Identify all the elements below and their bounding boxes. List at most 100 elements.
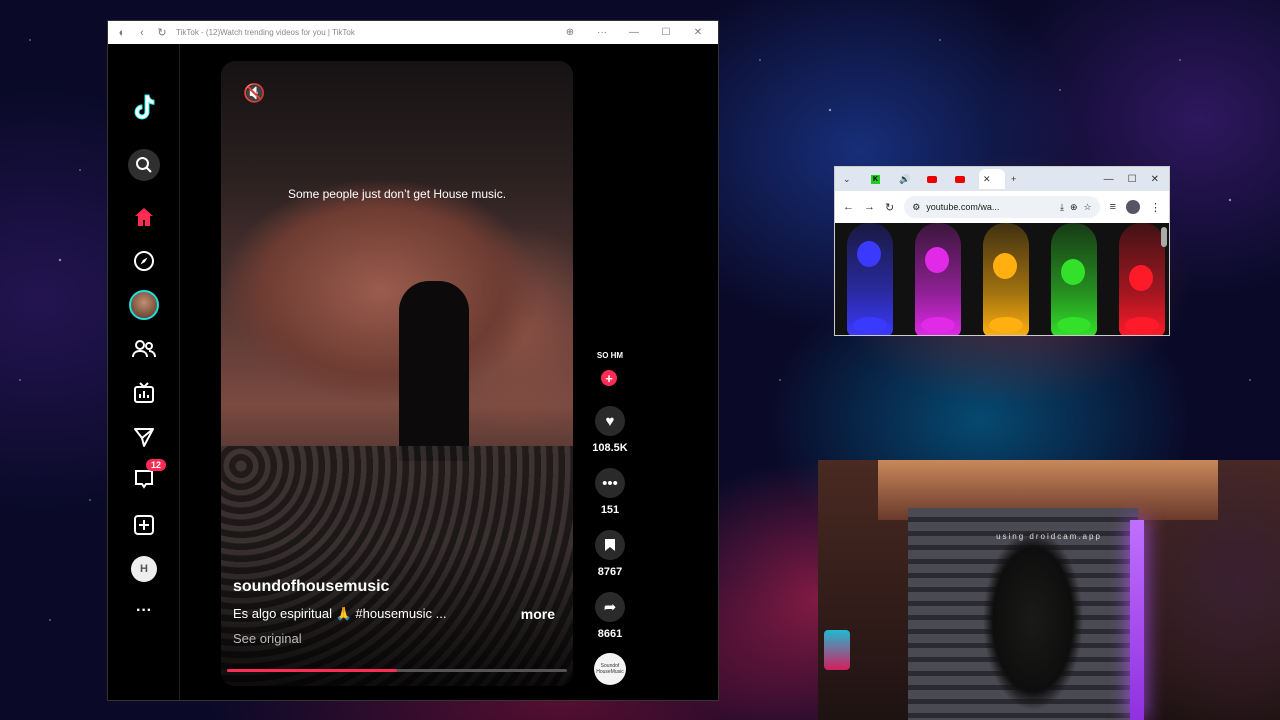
chrome-toolbar: ← → ↻ ⚙ youtube.com/wa... ⤓ ⊕ ☆ ≡ ⋮ xyxy=(835,191,1169,223)
sidebar: 12 H ··· xyxy=(108,44,180,700)
lava-blob xyxy=(1125,317,1159,333)
address-bar[interactable]: ⚙ youtube.com/wa... ⤓ ⊕ ☆ xyxy=(904,196,1100,218)
follow-button[interactable]: + xyxy=(601,370,617,386)
avatar xyxy=(129,290,159,320)
tab-active[interactable]: ✕ xyxy=(979,169,1005,189)
lava-blob xyxy=(857,241,881,267)
youtube-video-lava-lamps[interactable] xyxy=(835,223,1169,335)
tab-close-icon[interactable]: ✕ xyxy=(983,174,991,185)
maximize-button[interactable]: ☐ xyxy=(654,27,678,38)
video-caption: Es algo espiritual 🙏 #housemusic ... xyxy=(233,606,447,621)
lava-lamp xyxy=(983,223,1029,335)
video-player[interactable]: 🔇 Some people just don’t get House music… xyxy=(221,61,573,686)
save-count: 8767 xyxy=(597,566,623,578)
reload-icon[interactable]: ↻ xyxy=(885,201,894,214)
zoom-icon[interactable]: ⊕ xyxy=(1070,202,1078,213)
forward-icon[interactable]: → xyxy=(864,201,875,213)
droidcam-watermark: using droidcam.app xyxy=(996,532,1102,541)
app-icon: ◐ xyxy=(118,26,126,39)
url-text: youtube.com/wa... xyxy=(926,202,1000,212)
youtube-icon xyxy=(927,175,937,183)
lava-lamp xyxy=(1119,223,1165,335)
close-button[interactable]: ✕ xyxy=(1151,174,1159,185)
share-count: 8661 xyxy=(597,628,623,640)
avatar: H xyxy=(131,556,157,582)
share-icon: ➦ xyxy=(595,592,625,622)
like-count: 108.5K xyxy=(592,442,628,454)
creator-avatar[interactable]: SO HM xyxy=(592,351,628,360)
youtube-icon xyxy=(955,175,965,183)
site-info-icon[interactable]: ⚙ xyxy=(912,202,920,213)
tab-youtube-1[interactable] xyxy=(923,169,949,189)
lava-blob xyxy=(925,247,949,273)
kebab-menu-icon[interactable]: ⋮ xyxy=(1150,201,1161,214)
tv-icon[interactable] xyxy=(128,377,160,409)
window-title: TikTok - (12)Watch trending videos for y… xyxy=(176,28,355,37)
heart-icon: ♥ xyxy=(595,406,625,436)
tab-audio[interactable]: 🔊 xyxy=(895,169,921,189)
close-button[interactable]: ✕ xyxy=(686,27,710,38)
lava-blob xyxy=(921,317,955,333)
lava-blob xyxy=(993,253,1017,279)
more-button[interactable]: more xyxy=(521,606,555,622)
friends-icon[interactable] xyxy=(128,333,160,365)
back-icon[interactable]: ‹ xyxy=(136,27,148,39)
minimize-button[interactable]: — xyxy=(1104,174,1114,185)
lava-lamp xyxy=(847,223,893,335)
tiktok-logo-icon[interactable] xyxy=(128,91,160,123)
tab-kick[interactable]: K xyxy=(867,169,893,189)
tab-youtube-2[interactable] xyxy=(951,169,977,189)
tiktok-window: ◐ ‹ ↻ TikTok - (12)Watch trending videos… xyxy=(107,20,719,701)
share-action[interactable]: ➦ 8661 xyxy=(586,592,634,640)
zoom-icon[interactable]: ⊕ xyxy=(558,27,582,38)
like-action[interactable]: ♥ 108.5K xyxy=(586,406,634,454)
music-disc[interactable]: Soundof HouseMusic xyxy=(594,653,626,685)
maximize-button[interactable]: ☐ xyxy=(1128,174,1137,185)
speaker-icon: 🔊 xyxy=(899,173,911,184)
kick-icon: K xyxy=(871,174,880,184)
home-icon[interactable] xyxy=(128,201,160,233)
lava-blob xyxy=(1061,259,1085,285)
video-frame-arch xyxy=(399,281,469,461)
reload-icon[interactable]: ↻ xyxy=(156,26,168,39)
comment-count: 151 xyxy=(600,504,620,516)
tab-strip: ⌄ K 🔊 ✕ + — ☐ ✕ xyxy=(835,167,1169,191)
mute-icon[interactable]: 🔇 xyxy=(243,83,265,104)
send-icon[interactable] xyxy=(128,421,160,453)
inbox-button[interactable]: 12 xyxy=(128,459,166,495)
lava-lamp xyxy=(915,223,961,335)
plus-square-icon[interactable] xyxy=(128,509,160,541)
more-icon[interactable]: ··· xyxy=(128,595,160,627)
media-icon[interactable]: ≡ xyxy=(1110,201,1116,213)
window-titlebar: ◐ ‹ ↻ TikTok - (12)Watch trending videos… xyxy=(108,21,718,44)
video-author[interactable]: soundofhousemusic xyxy=(233,578,389,596)
back-icon[interactable]: ← xyxy=(843,201,854,213)
lava-blob xyxy=(1129,265,1153,291)
video-progress-bar[interactable] xyxy=(227,669,567,672)
save-action[interactable]: 8767 xyxy=(586,530,634,578)
compass-icon[interactable] xyxy=(128,245,160,277)
minimize-button[interactable]: — xyxy=(622,27,646,38)
chrome-window: ⌄ K 🔊 ✕ + — ☐ ✕ ← → ↻ ⚙ youtube.com/wa..… xyxy=(834,166,1170,336)
new-tab-button[interactable]: + xyxy=(1007,169,1033,189)
video-frame-rock xyxy=(221,171,573,471)
scrollbar[interactable] xyxy=(1161,227,1167,247)
comment-action[interactable]: ••• 151 xyxy=(586,468,634,516)
tab-list-button[interactable]: ⌄ xyxy=(839,169,865,189)
menu-icon[interactable]: ··· xyxy=(590,27,614,38)
bookmark-icon xyxy=(595,530,625,560)
lava-lamp xyxy=(1051,223,1097,335)
install-icon[interactable]: ⤓ xyxy=(1060,202,1064,213)
star-icon[interactable]: ☆ xyxy=(1084,202,1092,213)
comment-icon: ••• xyxy=(595,468,625,498)
lava-blob xyxy=(853,317,887,333)
account-avatar[interactable]: H xyxy=(128,553,160,585)
video-progress-fill xyxy=(227,669,397,672)
cam-led-strip xyxy=(1130,520,1144,720)
profile-avatar[interactable] xyxy=(128,289,160,321)
cam-person xyxy=(978,520,1088,720)
see-original-link[interactable]: See original xyxy=(233,631,302,646)
profile-avatar[interactable] xyxy=(1126,200,1140,214)
notification-badge: 12 xyxy=(145,459,166,471)
search-icon[interactable] xyxy=(128,149,160,181)
